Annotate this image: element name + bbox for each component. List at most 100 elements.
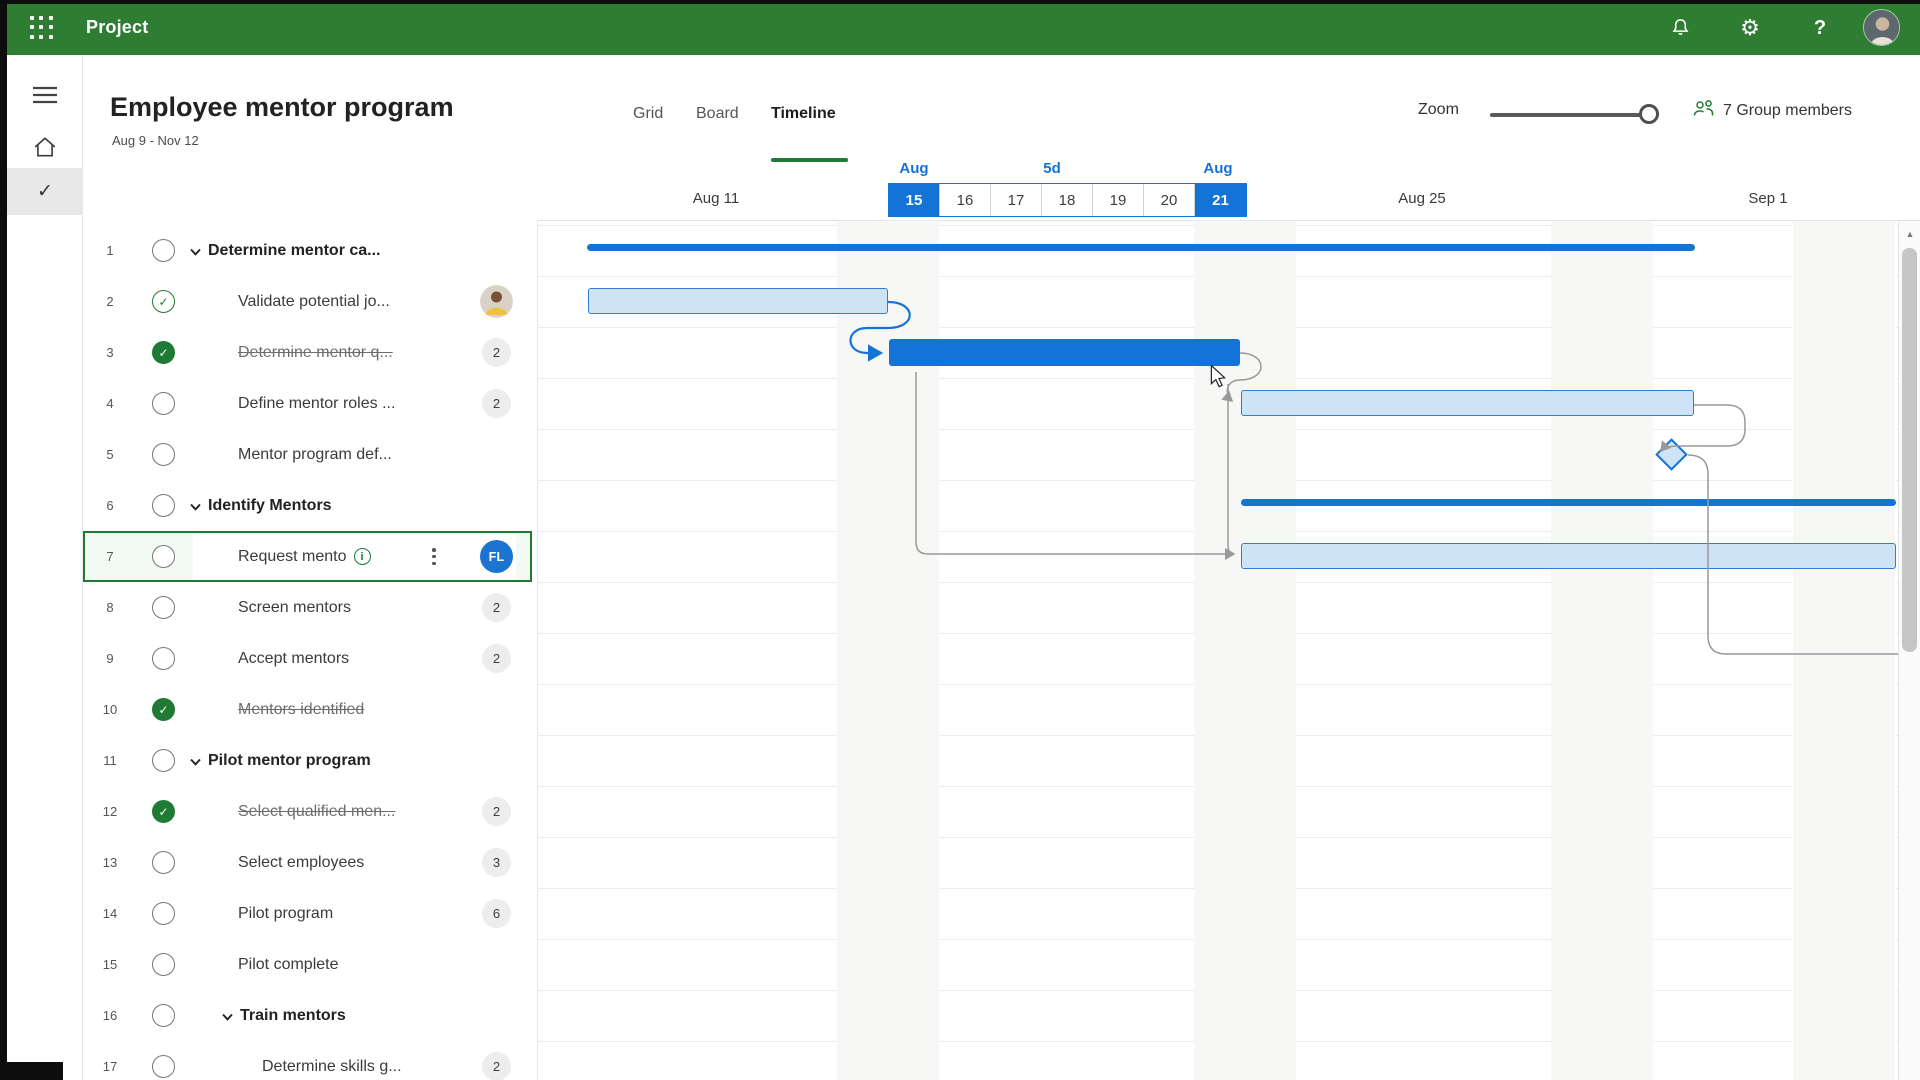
chevron-down-icon[interactable]: [190, 503, 201, 511]
task-row[interactable]: 9Accept mentors2: [83, 633, 532, 684]
task-row[interactable]: 4Define mentor roles ...2: [83, 378, 532, 429]
task-row[interactable]: 5Mentor program def...: [83, 429, 532, 480]
timeline-week-label: Aug 25: [1398, 190, 1446, 207]
timeline-day-cell[interactable]: 15: [889, 184, 940, 216]
task-row[interactable]: 13Select employees3: [83, 837, 532, 888]
chevron-down-icon[interactable]: [190, 758, 201, 766]
user-avatar[interactable]: [1863, 9, 1900, 46]
task-complete-checkbox[interactable]: [152, 545, 175, 568]
subtask-count-badge[interactable]: 2: [482, 389, 511, 418]
task-complete-checkbox[interactable]: [152, 1004, 175, 1027]
tab-grid[interactable]: Grid: [633, 105, 663, 123]
task-row[interactable]: 7Request mentoiFL: [83, 531, 532, 582]
task-row[interactable]: 16Train mentors: [83, 990, 532, 1041]
settings-gear-icon[interactable]: ⚙: [1738, 16, 1762, 40]
task-complete-checkbox[interactable]: [152, 596, 175, 619]
timeline-day-cell[interactable]: 18: [1042, 184, 1093, 216]
info-icon[interactable]: i: [354, 548, 371, 565]
task-row[interactable]: 1Determine mentor ca...: [83, 225, 532, 276]
task-complete-checkbox[interactable]: [152, 392, 175, 415]
app-launcher-icon[interactable]: [30, 16, 54, 40]
task-name-cell: Determine mentor q...: [238, 327, 393, 378]
task-complete-checkbox[interactable]: [152, 749, 175, 772]
timeline-day-cell[interactable]: 16: [940, 184, 991, 216]
timeline-month-label: Aug: [899, 160, 928, 177]
milestone-diamond[interactable]: [1655, 438, 1688, 471]
subtask-count-badge[interactable]: 6: [482, 899, 511, 928]
subtask-count-badge[interactable]: 2: [482, 797, 511, 826]
scrollbar-thumb[interactable]: [1902, 248, 1917, 652]
summary-bar[interactable]: [1241, 499, 1896, 506]
timeline-day-cell[interactable]: 19: [1093, 184, 1144, 216]
chevron-down-icon[interactable]: [222, 1013, 233, 1021]
task-complete-checkbox[interactable]: ✓: [152, 800, 175, 823]
notifications-bell-icon[interactable]: [1668, 16, 1692, 40]
task-complete-checkbox[interactable]: ✓: [152, 341, 175, 364]
task-complete-checkbox[interactable]: [152, 239, 175, 262]
task-row[interactable]: 2✓Validate potential jo...: [83, 276, 532, 327]
tab-timeline[interactable]: Timeline: [771, 105, 836, 123]
kebab-menu-icon[interactable]: [428, 546, 440, 567]
task-complete-checkbox[interactable]: [152, 647, 175, 670]
top-bar: Project ⚙ ?: [0, 0, 1920, 55]
gantt-chart: [537, 222, 1898, 1080]
task-complete-checkbox[interactable]: [152, 851, 175, 874]
timeline-day-cell[interactable]: 20: [1144, 184, 1195, 216]
assignee-avatar[interactable]: [480, 285, 513, 318]
subtask-count-badge[interactable]: 2: [482, 593, 511, 622]
tasks-check-icon[interactable]: ✓: [7, 168, 83, 215]
task-complete-checkbox[interactable]: [152, 902, 175, 925]
zoom-slider-knob[interactable]: [1639, 104, 1659, 124]
task-row[interactable]: 8Screen mentors2: [83, 582, 532, 633]
task-row[interactable]: 14Pilot program6: [83, 888, 532, 939]
task-name: Define mentor roles ...: [238, 395, 395, 413]
task-name: Mentor program def...: [238, 446, 392, 464]
timeline-day-cell[interactable]: 17: [991, 184, 1042, 216]
task-row[interactable]: 12✓Select qualified men...2: [83, 786, 532, 837]
task-complete-checkbox[interactable]: [152, 953, 175, 976]
zoom-label: Zoom: [1418, 101, 1459, 119]
task-complete-checkbox[interactable]: [152, 1055, 175, 1078]
tab-board[interactable]: Board: [696, 105, 739, 123]
task-bar[interactable]: [588, 288, 888, 314]
task-bar[interactable]: [1241, 543, 1896, 569]
assignee-avatar[interactable]: FL: [480, 540, 513, 573]
task-row[interactable]: 11Pilot mentor program: [83, 735, 532, 786]
task-name: Identify Mentors: [208, 497, 332, 515]
summary-bar[interactable]: [587, 244, 1695, 251]
subtask-count-badge[interactable]: 2: [482, 338, 511, 367]
task-bar[interactable]: [1241, 390, 1694, 416]
task-row[interactable]: 3✓Determine mentor q...2: [83, 327, 532, 378]
task-bar-selected[interactable]: [889, 339, 1240, 366]
task-complete-checkbox[interactable]: ✓: [152, 290, 175, 313]
task-complete-checkbox[interactable]: [152, 494, 175, 517]
group-members-label: 7 Group members: [1723, 102, 1852, 120]
subtask-count-badge[interactable]: 2: [482, 644, 511, 673]
task-complete-checkbox[interactable]: ✓: [152, 698, 175, 721]
task-name-cell: Accept mentors: [238, 633, 349, 684]
timeline-month-label: 5d: [1043, 160, 1061, 177]
task-name-cell: Determine mentor ca...: [190, 225, 381, 276]
chevron-down-icon[interactable]: [190, 248, 201, 256]
help-icon[interactable]: ?: [1808, 16, 1832, 40]
group-members-button[interactable]: 7 Group members: [1692, 99, 1852, 123]
project-date-range: Aug 9 - Nov 12: [112, 133, 199, 148]
task-row[interactable]: 15Pilot complete: [83, 939, 532, 990]
timeline-day-cell[interactable]: 21: [1195, 184, 1246, 216]
task-name-cell: Pilot program: [238, 888, 333, 939]
task-row[interactable]: 6Identify Mentors: [83, 480, 532, 531]
task-row-number: 12: [83, 786, 137, 837]
task-row-number: 8: [83, 582, 137, 633]
task-name: Determine skills g...: [262, 1058, 402, 1076]
task-complete-checkbox[interactable]: [152, 443, 175, 466]
task-row[interactable]: 17Determine skills g...2: [83, 1041, 532, 1080]
zoom-slider[interactable]: [1490, 113, 1650, 117]
subtask-count-badge[interactable]: 2: [482, 1052, 511, 1080]
task-name: Select employees: [238, 854, 364, 872]
scrollbar-up-icon[interactable]: ▲: [1899, 224, 1920, 244]
home-icon[interactable]: [7, 123, 83, 170]
menu-hamburger-icon[interactable]: [7, 71, 83, 118]
subtask-count-badge[interactable]: 3: [482, 848, 511, 877]
task-row[interactable]: 10✓Mentors identified: [83, 684, 532, 735]
task-name: Validate potential jo...: [238, 293, 390, 311]
